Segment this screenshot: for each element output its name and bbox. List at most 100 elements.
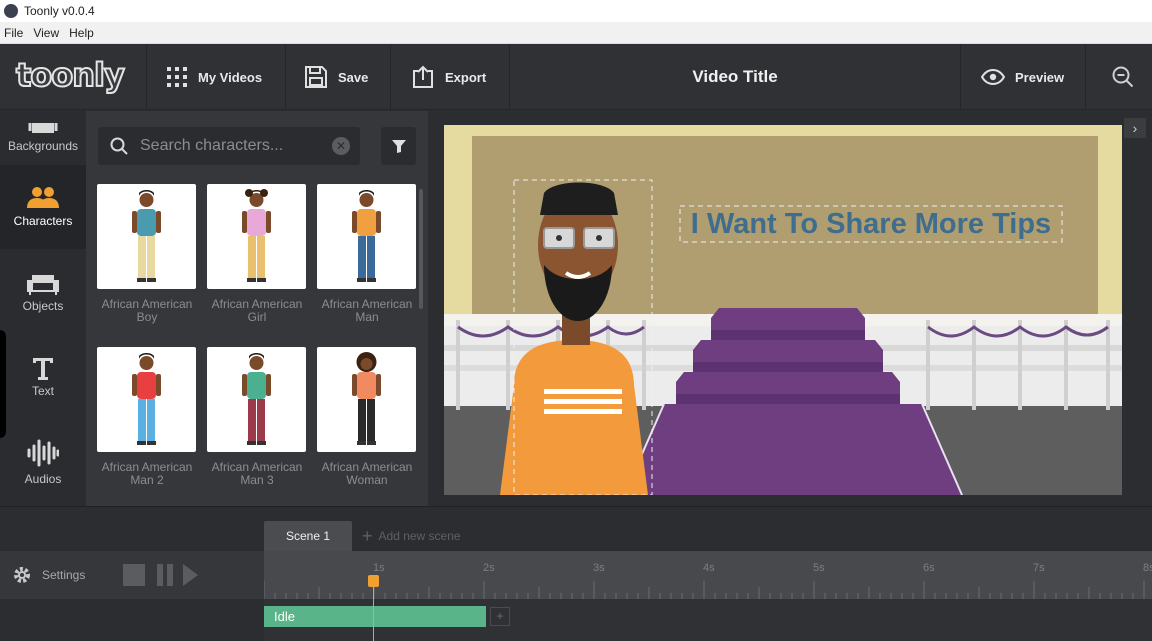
- my-videos-label: My Videos: [198, 69, 263, 85]
- character-name-line2: Boy: [136, 310, 158, 324]
- search-box[interactable]: ✕: [98, 127, 360, 165]
- export-label: Export: [445, 69, 487, 85]
- sofa-icon: [27, 275, 59, 295]
- character-card[interactable]: [207, 347, 306, 452]
- video-title[interactable]: Video Title: [620, 44, 850, 110]
- header-divider: [960, 44, 961, 110]
- menu-bar: File View Help: [0, 22, 1152, 44]
- save-button[interactable]: Save: [304, 44, 368, 110]
- toonly-logo: toonly: [15, 55, 126, 95]
- nav-objects[interactable]: Objects: [0, 261, 86, 325]
- character-name-line2: Woman: [346, 473, 388, 487]
- character-name-line2: Man: [355, 310, 379, 324]
- ruler-label: 2s: [483, 562, 495, 574]
- app-icon: [4, 4, 18, 18]
- character-card[interactable]: [97, 184, 196, 289]
- character-card-label: African American Man 3: [202, 461, 312, 487]
- header-divider: [390, 44, 391, 110]
- character-name-line2: Man 3: [240, 473, 274, 487]
- app-header: toonly My Videos Save Export Video Title: [0, 44, 1152, 110]
- gear-icon[interactable]: [12, 565, 32, 585]
- menu-view[interactable]: View: [29, 26, 65, 40]
- add-animation-button[interactable]: +: [490, 607, 510, 626]
- character-panel: ✕ African AmericanBoyAfrican AmericanGir…: [86, 111, 428, 506]
- tab-scene-1[interactable]: Scene 1: [264, 521, 352, 551]
- header-divider: [1085, 44, 1086, 110]
- character-thumbnail: [132, 190, 161, 282]
- add-scene-label: Add new scene: [378, 529, 461, 543]
- left-nav: Backgrounds Characters Objects Text Audi…: [0, 111, 86, 506]
- stage-canvas[interactable]: I Want To Share More Tips: [444, 125, 1122, 496]
- settings-row: Settings: [0, 551, 264, 599]
- nav-backgrounds[interactable]: Backgrounds: [0, 111, 86, 163]
- character-card-label: African American Man: [312, 298, 422, 324]
- character-card[interactable]: [97, 347, 196, 452]
- ruler-label: 1s: [373, 562, 385, 574]
- timeline: Scene 1 + Add new scene Settings 1s 2s 3s 4…: [0, 506, 1152, 641]
- pause-button[interactable]: [155, 564, 175, 586]
- eye-icon: [981, 69, 1005, 85]
- character-thumbnail: [352, 190, 381, 282]
- window-title: Toonly v0.0.4: [24, 4, 95, 18]
- scene-illustration: [444, 125, 1122, 496]
- header-divider: [509, 44, 510, 110]
- ruler-label: 3s: [593, 562, 605, 574]
- ruler-label: 8s: [1143, 562, 1152, 574]
- character-thumbnail: [132, 353, 161, 445]
- character-card[interactable]: [317, 184, 416, 289]
- save-icon: [305, 66, 327, 88]
- character-thumbnail: [242, 353, 271, 445]
- ruler-label: 6s: [923, 562, 935, 574]
- plus-icon: +: [362, 525, 373, 546]
- filter-button[interactable]: [381, 127, 416, 165]
- ruler-label: 4s: [703, 562, 715, 574]
- preview-button[interactable]: Preview: [981, 44, 1064, 110]
- ruler-label: 5s: [813, 562, 825, 574]
- stop-button[interactable]: [123, 564, 146, 586]
- header-divider: [146, 44, 147, 110]
- chevron-right-icon: ›: [1132, 120, 1138, 136]
- idle-animation-block[interactable]: Idle: [264, 606, 486, 627]
- character-card-label: African American Man 2: [92, 461, 202, 487]
- play-button[interactable]: [183, 564, 199, 586]
- time-ruler[interactable]: 1s 2s 3s 4s 5s 6s 7s 8s: [263, 551, 1152, 599]
- character-name-line2: Man 2: [130, 473, 164, 487]
- character-name-line2: Girl: [247, 310, 267, 324]
- grid-icon: [167, 67, 187, 87]
- panel-scrollbar[interactable]: [419, 189, 423, 309]
- character-card-label: African American Boy: [92, 298, 202, 324]
- export-button[interactable]: Export: [411, 44, 486, 110]
- my-videos-button[interactable]: My Videos: [166, 44, 262, 110]
- nav-characters[interactable]: Characters: [0, 165, 86, 249]
- nav-audios[interactable]: Audios: [0, 429, 86, 495]
- expand-panel-button[interactable]: ›: [1124, 118, 1146, 138]
- characters-icon: [27, 187, 59, 208]
- playhead-handle[interactable]: [368, 575, 379, 587]
- nav-objects-label: Objects: [22, 299, 64, 313]
- clear-search-button[interactable]: ✕: [332, 137, 350, 155]
- menu-help[interactable]: Help: [65, 26, 100, 40]
- stage-text[interactable]: I Want To Share More Tips: [680, 207, 1062, 241]
- ruler-ticks: 1s 2s 3s 4s 5s 6s 7s 8s: [263, 562, 1152, 599]
- nav-text-label: Text: [31, 384, 54, 398]
- header-divider: [285, 44, 286, 110]
- character-thumbnail: [242, 189, 271, 282]
- filter-icon: [391, 140, 406, 153]
- audio-wave-icon: [27, 439, 59, 467]
- preview-label: Preview: [1015, 69, 1065, 85]
- character-card[interactable]: [317, 347, 416, 452]
- add-scene-button[interactable]: + Add new scene: [362, 521, 461, 551]
- zoom-button[interactable]: [1112, 44, 1144, 110]
- character-card-label: African American Girl: [202, 298, 312, 324]
- export-icon: [413, 65, 433, 88]
- save-label: Save: [338, 69, 369, 85]
- nav-text[interactable]: Text: [0, 347, 86, 407]
- search-input[interactable]: [140, 137, 330, 155]
- nav-characters-label: Characters: [13, 214, 73, 228]
- menu-file[interactable]: File: [0, 26, 29, 40]
- text-icon: [33, 358, 53, 380]
- character-card-label: African American Woman: [312, 461, 422, 487]
- settings-label[interactable]: Settings: [42, 568, 85, 582]
- nav-backgrounds-label: Backgrounds: [7, 139, 79, 153]
- character-card[interactable]: [207, 184, 306, 289]
